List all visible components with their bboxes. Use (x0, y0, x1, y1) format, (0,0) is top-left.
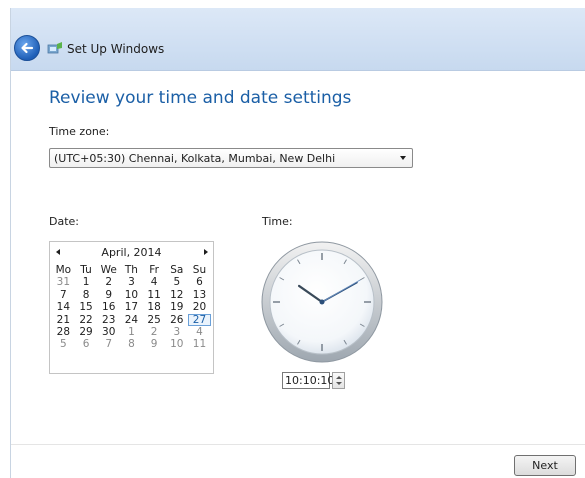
calendar-day[interactable]: 5 (52, 338, 75, 350)
calendar-day[interactable]: 30 (97, 326, 120, 338)
calendar-day[interactable]: 31 (52, 276, 75, 288)
page-heading: Review your time and date settings (49, 88, 352, 108)
next-month-icon[interactable] (204, 249, 208, 255)
calendar-grid: Mo Tu We Th Fr Sa Su 31 1 2 3 4 5 6 7 8 9 10 11 12 13 14 15 16 1… (52, 264, 211, 351)
analog-clock (261, 241, 383, 363)
date-calendar: April, 2014 Mo Tu We Th Fr Sa Su 31 1 2 3 4 5 6 7 8 9 10 1… (49, 241, 214, 374)
calendar-day[interactable]: 22 (75, 314, 98, 326)
calendar-day[interactable]: 1 (75, 276, 98, 288)
calendar-day[interactable]: 4 (188, 326, 211, 338)
calendar-day[interactable]: 23 (97, 314, 120, 326)
weekday-header: Sa (170, 264, 184, 276)
calendar-day[interactable]: 4 (143, 276, 166, 288)
calendar-day[interactable]: 5 (165, 276, 188, 288)
calendar-day[interactable]: 29 (75, 326, 98, 338)
calendar-day[interactable]: 6 (188, 276, 211, 288)
calendar-day[interactable]: 11 (188, 338, 211, 350)
calendar-day[interactable]: 7 (97, 338, 120, 350)
calendar-day[interactable]: 24 (120, 314, 143, 326)
chevron-down-icon (400, 156, 406, 160)
weekday-header: We (100, 264, 117, 276)
calendar-day[interactable]: 20 (188, 301, 211, 313)
calendar-day[interactable]: 12 (165, 289, 188, 301)
calendar-day[interactable]: 2 (97, 276, 120, 288)
calendar-day[interactable]: 9 (97, 289, 120, 301)
timezone-label: Time zone: (49, 125, 110, 138)
weekday-header: Mo (55, 264, 72, 276)
calendar-day[interactable]: 25 (143, 314, 166, 326)
calendar-day[interactable]: 14 (52, 301, 75, 313)
calendar-day[interactable]: 16 (97, 301, 120, 313)
window-title: Set Up Windows (67, 42, 165, 56)
clock-center (319, 299, 325, 305)
windows-setup-icon (47, 42, 62, 54)
calendar-day[interactable]: 8 (120, 338, 143, 350)
calendar-day[interactable]: 3 (165, 326, 188, 338)
setup-window: Set Up Windows Review your time and date… (10, 8, 585, 478)
calendar-day[interactable]: 9 (143, 338, 166, 350)
footer-divider (11, 444, 585, 445)
weekday-header: Su (192, 264, 207, 276)
back-button[interactable] (14, 35, 40, 61)
calendar-day[interactable]: 17 (120, 301, 143, 313)
timezone-select[interactable]: (UTC+05:30) Chennai, Kolkata, Mumbai, Ne… (49, 148, 413, 168)
calendar-day[interactable]: 19 (165, 301, 188, 313)
calendar-header: April, 2014 (50, 245, 213, 261)
calendar-day[interactable]: 6 (75, 338, 98, 350)
spinner-up-icon[interactable] (336, 376, 342, 379)
calendar-day[interactable]: 26 (165, 314, 188, 326)
calendar-day[interactable]: 2 (143, 326, 166, 338)
calendar-day-selected[interactable]: 27 (188, 313, 211, 326)
calendar-day[interactable]: 3 (120, 276, 143, 288)
calendar-month-label[interactable]: April, 2014 (50, 246, 213, 259)
weekday-header: Tu (80, 264, 92, 276)
calendar-day[interactable]: 15 (75, 301, 98, 313)
calendar-day[interactable]: 10 (120, 289, 143, 301)
time-label: Time: (262, 215, 293, 228)
calendar-day[interactable]: 18 (143, 301, 166, 313)
calendar-day[interactable]: 21 (52, 314, 75, 326)
next-button[interactable]: Next (514, 455, 576, 476)
back-arrow-icon (21, 42, 34, 54)
calendar-day[interactable]: 8 (75, 289, 98, 301)
time-spinner[interactable] (332, 372, 345, 389)
date-label: Date: (49, 215, 79, 228)
calendar-day[interactable]: 10 (165, 338, 188, 350)
weekday-header: Fr (149, 264, 159, 276)
spinner-down-icon[interactable] (336, 382, 342, 385)
calendar-day[interactable]: 13 (188, 289, 211, 301)
calendar-day[interactable]: 1 (120, 326, 143, 338)
title-bar: Set Up Windows (11, 8, 585, 71)
calendar-day[interactable]: 11 (143, 289, 166, 301)
calendar-day[interactable]: 7 (52, 289, 75, 301)
timezone-value: (UTC+05:30) Chennai, Kolkata, Mumbai, Ne… (54, 151, 336, 165)
calendar-day[interactable]: 28 (52, 326, 75, 338)
weekday-header: Th (124, 264, 138, 276)
time-input[interactable]: 10:10:10 (282, 372, 334, 389)
